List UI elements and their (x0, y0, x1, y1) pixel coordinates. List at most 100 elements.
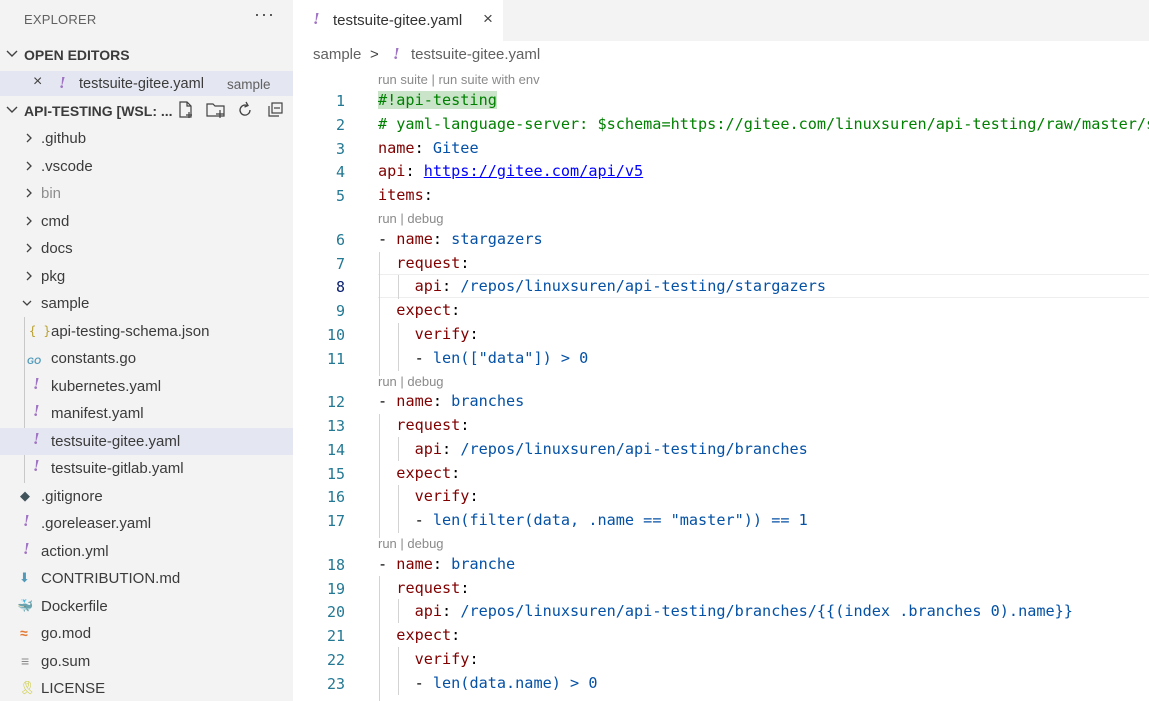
code-line: - len(filter(data, .name == "master")) =… (378, 511, 808, 529)
collapse-all-icon[interactable] (266, 100, 286, 120)
code-line: verify: (414, 650, 479, 668)
codelens-run-suite[interactable]: run suite | run suite with env (378, 72, 540, 87)
code-line: - name: stargazers (378, 230, 543, 248)
new-folder-icon[interactable] (205, 100, 227, 120)
line-number: 19 (326, 580, 345, 598)
line-number: 21 (326, 627, 345, 645)
tree-file-kubernetes[interactable]: ! kubernetes.yaml (0, 373, 293, 400)
tree-file-testsuite-gitee[interactable]: ! testsuite-gitee.yaml (0, 428, 293, 455)
line-number: 12 (326, 393, 345, 411)
chevron-right-icon (26, 271, 32, 281)
tree-file-gitignore[interactable]: ◆ .gitignore (0, 483, 293, 510)
code-line: request: (396, 579, 470, 597)
yaml-file-icon: ! (393, 44, 400, 63)
codelens-run-debug[interactable]: run | debug (378, 211, 444, 226)
tree-item-label: testsuite-gitee.yaml (51, 433, 181, 450)
code-line: expect: (396, 626, 461, 644)
tree-file-go-mod[interactable]: ≈ go.mod (0, 620, 293, 647)
close-icon[interactable]: × (33, 73, 42, 91)
code-line: api: https://gitee.com/api/v5 (378, 162, 644, 180)
codelens-run-debug[interactable]: run | debug (378, 374, 444, 389)
breadcrumb-file[interactable]: testsuite-gitee.yaml (411, 46, 540, 63)
line-number: 9 (335, 302, 345, 320)
tree-item-label: pkg (41, 268, 66, 285)
code-line: - len(data.name) > 0 (378, 674, 598, 692)
code-line: name: Gitee (378, 139, 479, 157)
license-file-icon: 🎗 (19, 680, 36, 695)
line-number: 5 (335, 187, 345, 205)
line-number: 8 (335, 278, 345, 296)
tree-folder-pkg[interactable]: pkg (0, 263, 293, 290)
editor-tab-bar: ! testsuite-gitee.yaml × (293, 0, 1149, 41)
tree-item-label: .vscode (41, 158, 93, 175)
code-line: api: /repos/linuxsuren/api-testing/starg… (414, 277, 827, 295)
line-number: 10 (326, 326, 345, 344)
tree-item-label: Dockerfile (41, 598, 108, 615)
code-line: - name: branche (378, 555, 516, 573)
close-icon[interactable]: × (483, 9, 493, 29)
yaml-file-icon: ! (33, 401, 40, 420)
new-file-icon[interactable] (176, 100, 196, 120)
tree-file-dockerfile[interactable]: 🐳 Dockerfile (0, 593, 293, 620)
tree-item-label: testsuite-gitlab.yaml (51, 460, 184, 477)
code-line: expect: (396, 301, 461, 319)
tree-item-label: CONTRIBUTION.md (41, 570, 181, 587)
line-number: 15 (326, 465, 345, 483)
tree-item-label: cmd (41, 213, 70, 230)
chevron-down-icon (6, 106, 18, 113)
tree-item-label: LICENSE (41, 680, 106, 697)
tree-folder-sample[interactable]: sample (0, 290, 293, 317)
chevron-down-icon (6, 50, 18, 57)
tree-file-api-testing-schema[interactable]: { } api-testing-schema.json (0, 318, 293, 345)
tree-file-testsuite-gitlab[interactable]: ! testsuite-gitlab.yaml (0, 455, 293, 482)
codelens-run-debug[interactable]: run | debug (378, 536, 444, 551)
tree-folder-cmd[interactable]: cmd (0, 208, 293, 235)
yaml-file-icon: ! (33, 429, 40, 448)
code-line: #!api-testing (378, 91, 497, 109)
open-editor-item[interactable]: × ! testsuite-gitee.yaml sample (0, 71, 293, 96)
tree-folder-bin[interactable]: bin (0, 180, 293, 207)
line-number: 22 (326, 651, 345, 669)
tree-item-label: api-testing-schema.json (51, 323, 210, 340)
tree-item-label: kubernetes.yaml (51, 378, 162, 395)
tree-item-label: .gitignore (41, 488, 103, 505)
line-number: 20 (326, 603, 345, 621)
explorer-sidebar: EXPLORER ··· OPEN EDITORS × ! testsuite-… (0, 0, 293, 701)
tree-file-constants-go[interactable]: GO constants.go (0, 345, 293, 372)
tree-file-license[interactable]: 🎗 LICENSE (0, 675, 293, 701)
breadcrumb-folder[interactable]: sample (313, 46, 361, 63)
code-line: expect: (396, 464, 461, 482)
editor-tab-testsuite-gitee[interactable]: ! testsuite-gitee.yaml × (293, 0, 503, 41)
tree-folder-vscode[interactable]: .vscode (0, 153, 293, 180)
line-number: 17 (326, 512, 345, 530)
tree-file-contribution[interactable]: ⬇ CONTRIBUTION.md (0, 565, 293, 592)
docker-file-icon: 🐳 (17, 598, 34, 613)
tree-folder-github[interactable]: .github (0, 125, 293, 152)
chevron-down-icon (22, 300, 32, 306)
line-number: 3 (335, 140, 345, 158)
api-url-link[interactable]: https://gitee.com/api/v5 (424, 162, 643, 180)
code-line: - name: branches (378, 392, 525, 410)
tree-item-label: go.mod (41, 625, 92, 642)
tree-file-goreleaser[interactable]: ! .goreleaser.yaml (0, 510, 293, 537)
code-line: api: /repos/linuxsuren/api-testing/branc… (414, 440, 808, 458)
refresh-icon[interactable] (235, 100, 255, 120)
tree-item-label: manifest.yaml (51, 405, 144, 422)
line-number: 2 (335, 116, 345, 134)
open-editors-section-header[interactable]: OPEN EDITORS (0, 43, 293, 67)
code-line: request: (396, 254, 470, 272)
tree-file-go-sum[interactable]: ≡ go.sum (0, 648, 293, 675)
code-line: api: /repos/linuxsuren/api-testing/branc… (414, 602, 1073, 620)
tree-file-action-yml[interactable]: ! action.yml (0, 538, 293, 565)
code-editor[interactable]: run suite | run suite with env run | deb… (293, 66, 1149, 701)
tree-folder-docs[interactable]: docs (0, 235, 293, 262)
chevron-right-icon (26, 216, 32, 226)
yaml-file-icon: ! (33, 456, 40, 475)
tree-item-label: docs (41, 240, 73, 257)
yaml-file-icon: ! (59, 73, 66, 92)
tree-item-label: go.sum (41, 653, 91, 670)
tree-file-manifest[interactable]: ! manifest.yaml (0, 400, 293, 427)
more-actions-icon[interactable]: ··· (254, 4, 275, 25)
line-number: 23 (326, 675, 345, 693)
tree-item-label: sample (41, 295, 90, 312)
